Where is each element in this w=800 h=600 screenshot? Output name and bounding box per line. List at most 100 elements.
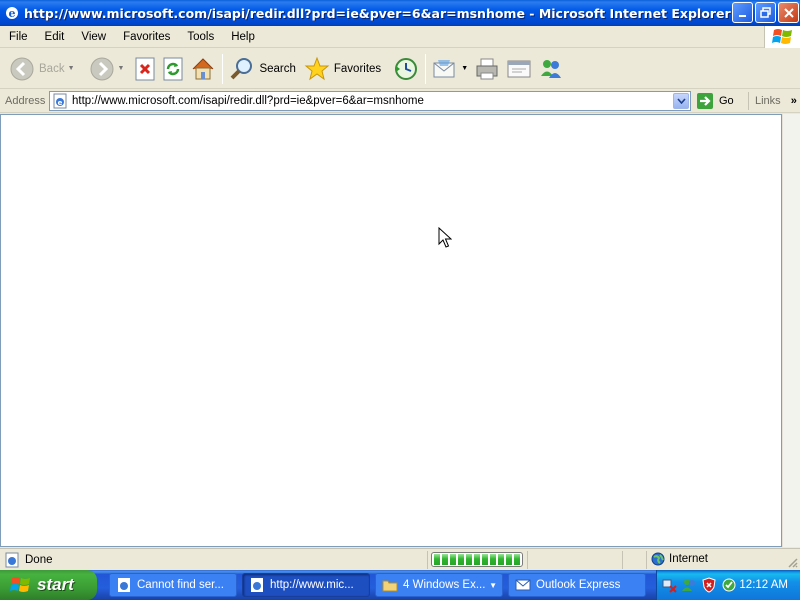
menu-view[interactable]: View <box>72 31 114 43</box>
svg-text:e: e <box>9 7 16 20</box>
go-label: Go <box>719 95 734 107</box>
progress-block <box>466 554 472 565</box>
taskbar-item-ie-active[interactable]: http://www.mic... <box>242 573 370 597</box>
page-done-icon <box>5 552 19 567</box>
security-zone[interactable]: Internet <box>651 552 708 566</box>
mouse-cursor-icon <box>438 227 452 248</box>
progress-block <box>490 554 496 565</box>
go-button[interactable]: Go <box>696 91 734 111</box>
vertical-scrollbar[interactable] <box>782 114 800 547</box>
menu-file[interactable]: File <box>0 31 36 43</box>
address-label: Address <box>5 94 46 107</box>
chevron-right-icon[interactable]: » <box>791 95 797 107</box>
status-divider <box>646 551 647 569</box>
standard-toolbar: Back ▼ ▼ Search Favorites ▼ <box>0 49 800 89</box>
history-icon <box>395 57 418 80</box>
forward-arrow-icon <box>90 57 114 80</box>
ie-icon: e <box>6 7 18 20</box>
address-input[interactable]: e http://www.microsoft.com/isapi/redir.d… <box>49 91 691 111</box>
close-icon <box>783 7 794 18</box>
menu-favorites[interactable]: Favorites <box>114 31 178 43</box>
zone-label: Internet <box>669 553 708 565</box>
title-bar[interactable]: e http://www.microsoft.com/isapi/redir.d… <box>0 0 800 26</box>
mail-dropdown-icon[interactable]: ▼ <box>461 65 468 72</box>
back-button[interactable]: Back ▼ <box>6 52 78 86</box>
back-arrow-icon <box>10 57 34 80</box>
menu-edit[interactable]: Edit <box>36 31 73 43</box>
mail-button[interactable]: ▼ <box>429 52 471 86</box>
forward-button[interactable]: ▼ <box>86 52 128 86</box>
search-button[interactable]: Search <box>226 52 298 86</box>
taskbar: start Cannot find ser... http://www.mic.… <box>0 570 800 600</box>
menu-bar: File Edit View Favorites Tools Help <box>0 26 800 48</box>
back-label: Back <box>39 62 65 75</box>
history-button[interactable] <box>390 52 422 86</box>
minimize-icon <box>738 14 746 17</box>
clock: 12:12 AM <box>739 579 788 591</box>
refresh-button[interactable] <box>159 52 187 86</box>
links-toolbar[interactable]: Links » <box>748 92 797 110</box>
ie-page-icon <box>251 578 263 592</box>
restore-button[interactable] <box>755 2 776 23</box>
progress-block <box>442 554 448 565</box>
messenger-icon <box>541 59 562 78</box>
progress-block <box>450 554 456 565</box>
minimize-button[interactable] <box>732 2 753 23</box>
window-title: http://www.microsoft.com/isapi/redir.dll… <box>24 5 731 21</box>
forward-dropdown-icon[interactable]: ▼ <box>118 65 125 72</box>
favorites-label: Favorites <box>333 62 382 75</box>
update-tray-icon[interactable] <box>721 577 737 593</box>
taskbar-item-cannot-find[interactable]: Cannot find ser... <box>109 573 237 597</box>
print-icon <box>476 58 498 79</box>
refresh-icon <box>163 57 183 80</box>
progress-fill <box>434 554 520 565</box>
progress-block <box>514 554 520 565</box>
network-warning-icon[interactable] <box>661 577 677 593</box>
security-shield-icon[interactable] <box>701 577 717 593</box>
address-dropdown-button[interactable] <box>673 93 689 109</box>
toolbar-separator <box>425 53 427 84</box>
status-bar: Done Internet <box>0 548 800 570</box>
menu-tools[interactable]: Tools <box>178 31 222 43</box>
status-text: Done <box>4 552 53 568</box>
edit-button[interactable] <box>503 52 535 86</box>
mail-icon <box>433 59 455 77</box>
edit-page-icon <box>507 60 531 77</box>
system-tray: 12:12 AM <box>656 570 800 600</box>
start-button[interactable]: start <box>0 570 97 600</box>
menu-help[interactable]: Help <box>222 31 263 43</box>
search-icon <box>231 57 253 79</box>
status-divider <box>527 551 528 569</box>
resize-grip-icon[interactable] <box>786 556 798 568</box>
favorites-button[interactable]: Favorites <box>301 52 384 86</box>
taskbar-item-windows-explorer[interactable]: 4 Windows Ex... ▼ <box>375 573 503 597</box>
stop-icon <box>135 57 155 80</box>
toolbar-separator <box>222 53 224 84</box>
chevron-down-icon <box>676 98 686 104</box>
folder-icon <box>382 580 398 592</box>
restore-icon <box>759 6 771 18</box>
print-button[interactable] <box>471 52 503 86</box>
task-label: http://www.mic... <box>270 579 354 591</box>
progress-bar <box>431 552 523 567</box>
status-divider <box>622 551 623 569</box>
globe-icon <box>651 552 665 566</box>
back-dropdown-icon[interactable]: ▼ <box>68 65 75 72</box>
address-bar: Address e http://www.microsoft.com/isapi… <box>0 89 800 113</box>
start-label: start <box>37 575 74 594</box>
page-icon: e <box>53 93 67 109</box>
search-label: Search <box>259 62 296 75</box>
outlook-express-icon <box>515 579 531 591</box>
task-label: 4 Windows Ex... <box>403 579 486 591</box>
progress-block <box>434 554 440 565</box>
progress-block <box>474 554 480 565</box>
home-icon <box>193 57 214 79</box>
messenger-button[interactable] <box>535 52 567 86</box>
taskbar-item-outlook-express[interactable]: Outlook Express <box>508 573 646 597</box>
stop-button[interactable] <box>131 52 159 86</box>
home-button[interactable] <box>187 52 219 86</box>
page-content[interactable] <box>0 114 782 547</box>
close-button[interactable] <box>778 2 799 23</box>
status-message: Done <box>25 553 53 566</box>
messenger-tray-icon[interactable] <box>681 577 697 593</box>
